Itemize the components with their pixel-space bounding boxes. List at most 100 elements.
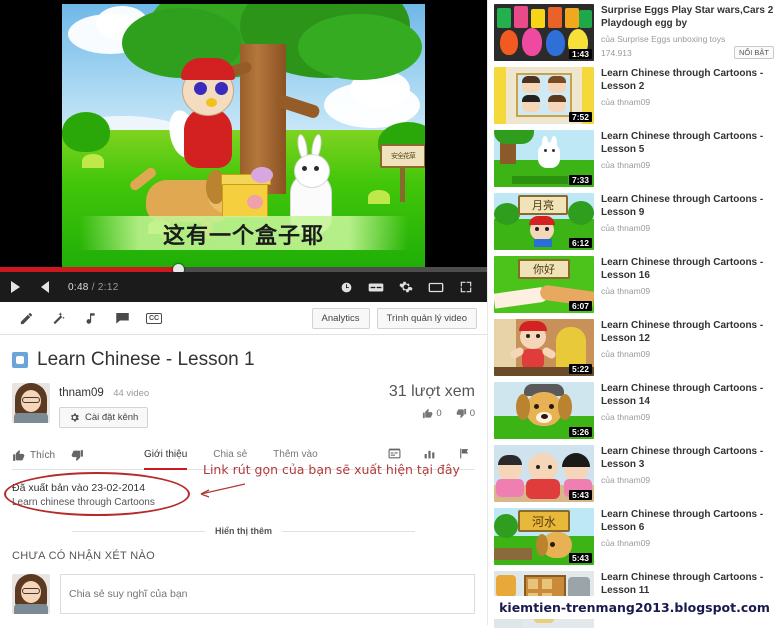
channel-settings-label: Cài đặt kênh	[85, 412, 139, 423]
video-title[interactable]: Surprise Eggs Play Star wars,Cars 2 Play…	[601, 5, 774, 31]
video-title[interactable]: Learn Chinese through Cartoons - Lesson …	[601, 383, 774, 409]
avatar[interactable]	[12, 574, 50, 614]
thumbs-down-icon	[71, 450, 83, 461]
player-controls: 0:48 / 2:12	[0, 272, 487, 302]
video-thumbnail[interactable]: 你好 6:07	[494, 256, 594, 313]
video-duration: 5:43	[568, 553, 592, 563]
video-duration: 5:26	[568, 427, 592, 437]
comment-composer	[12, 574, 475, 614]
list-item[interactable]: 月亮 6:12 Learn Chinese through Cartoons -…	[494, 193, 774, 250]
video-thumbnail[interactable]: 5:43	[494, 445, 594, 502]
list-item[interactable]: 5:22 Learn Chinese through Cartoons - Le…	[494, 319, 774, 376]
theater-mode-icon[interactable]	[421, 272, 451, 302]
video-privacy-icon	[12, 352, 28, 368]
video-thumbnail[interactable]: 5:26	[494, 382, 594, 439]
watch-later-icon[interactable]	[331, 272, 361, 302]
view-count: 31 lượt xem	[388, 383, 475, 400]
video-title[interactable]: Learn Chinese through Cartoons - Lesson …	[601, 68, 774, 94]
video-thumbnail[interactable]: 1:43	[494, 4, 594, 61]
magic-wand-icon[interactable]	[42, 302, 74, 335]
settings-gear-icon[interactable]	[391, 272, 421, 302]
video-duration: 6:07	[568, 301, 592, 311]
tab-gioi-thieu[interactable]: Giới thiệu	[144, 442, 188, 470]
video-duration: 5:43	[568, 490, 592, 500]
no-comments-label: CHƯA CÓ NHẬN XÉT NÀO	[12, 550, 155, 562]
video-title[interactable]: Learn Chinese through Cartoons - Lesson …	[601, 257, 774, 283]
divider-left	[72, 530, 205, 532]
time-display: 0:48 / 2:12	[68, 281, 119, 293]
thumbs-down-icon	[456, 408, 466, 419]
annotation-text: Link rút gọn của bạn sẽ xuất hiện tại đâ…	[203, 462, 460, 477]
video-subtitle: 这有一个盒子耶	[162, 224, 324, 249]
channel-name[interactable]: thnam09	[59, 387, 104, 399]
video-player[interactable]: 安全花草 这有一个盒子耶 0:48 / 2:12	[0, 0, 487, 302]
list-item[interactable]: 1:43 Surprise Eggs Play Star wars,Cars 2…	[494, 4, 774, 61]
page-title: Learn Chinese - Lesson 1	[37, 349, 255, 370]
gift-box	[221, 167, 273, 218]
video-manager-button[interactable]: Trình quản lý video	[376, 307, 477, 329]
like-count-group[interactable]: 0	[422, 408, 442, 419]
like-button[interactable]: Thích	[12, 449, 55, 462]
video-thumbnail[interactable]: 河水 5:43	[494, 508, 594, 565]
video-title[interactable]: Learn Chinese through Cartoons - Lesson …	[601, 509, 774, 535]
list-item[interactable]: 你好 6:07 Learn Chinese through Cartoons -…	[494, 256, 774, 313]
video-title[interactable]: Learn Chinese through Cartoons - Lesson …	[601, 446, 774, 472]
annotation-bubble-icon[interactable]	[106, 302, 138, 335]
captions-icon[interactable]	[361, 272, 391, 302]
show-more-label[interactable]: Hiển thị thêm	[215, 526, 272, 536]
volume-button[interactable]	[30, 272, 60, 302]
list-item[interactable]: 河水 5:43 Learn Chinese through Cartoons -…	[494, 508, 774, 565]
sign-text: 安全花草	[380, 144, 425, 168]
analytics-button[interactable]: Analytics	[311, 307, 370, 329]
video-thumbnail[interactable]: 7:33	[494, 130, 594, 187]
channel-video-count: 44 video	[113, 388, 150, 399]
thumbnail-text: 月亮	[518, 195, 568, 215]
video-duration: 1:43	[568, 49, 592, 59]
primary-column: 安全花草 这有一个盒子耶 0:48 / 2:12 CC Analytics Tr…	[0, 0, 487, 625]
featured-badge: NỔI BẬT	[733, 45, 774, 59]
play-button[interactable]	[0, 272, 30, 302]
dislike-count-group[interactable]: 0	[456, 408, 475, 419]
current-time: 0:48	[68, 281, 89, 293]
thumbnail-text: 你好	[518, 259, 570, 279]
dislike-button[interactable]	[71, 449, 84, 462]
related-videos-sidebar: 1:43 Surprise Eggs Play Star wars,Cars 2…	[487, 0, 780, 628]
site-watermark: kiemtien-trenmang2013.blogspot.com	[494, 596, 775, 619]
video-edit-toolbar: CC Analytics Trình quản lý video	[0, 302, 487, 335]
video-channel: của thnam09	[601, 285, 651, 296]
list-item[interactable]: 5:26 Learn Chinese through Cartoons - Le…	[494, 382, 774, 439]
thumbs-up-icon	[13, 450, 25, 461]
video-title[interactable]: Learn Chinese through Cartoons - Lesson …	[601, 572, 774, 598]
video-duration: 7:33	[568, 175, 592, 185]
video-channel: của thnam09	[601, 474, 651, 485]
comment-input[interactable]	[60, 574, 475, 614]
video-thumbnail[interactable]: 5:22	[494, 319, 594, 376]
video-channel: của thnam09	[601, 222, 651, 233]
pencil-icon[interactable]	[10, 302, 42, 335]
video-thumbnail[interactable]: 7:52	[494, 67, 594, 124]
grass-tuft	[368, 190, 390, 204]
video-title[interactable]: Learn Chinese through Cartoons - Lesson …	[601, 320, 774, 346]
video-title[interactable]: Learn Chinese through Cartoons - Lesson …	[601, 194, 774, 220]
video-thumbnail[interactable]: 月亮 6:12	[494, 193, 594, 250]
avatar[interactable]	[12, 383, 50, 423]
annotation-arrow	[200, 483, 246, 498]
cc-icon[interactable]: CC	[138, 302, 170, 335]
like-label: Thích	[30, 450, 56, 461]
cc-label: CC	[145, 312, 163, 324]
music-note-icon[interactable]	[74, 302, 106, 335]
show-more-row[interactable]: Hiển thị thêm	[72, 526, 416, 536]
channel-row: thnam09 44 video Cài đặt kênh 31 lượt xe…	[0, 381, 487, 428]
fullscreen-icon[interactable]	[451, 272, 481, 302]
list-item[interactable]: 7:52 Learn Chinese through Cartoons - Le…	[494, 67, 774, 124]
video-channel: của thnam09	[601, 159, 651, 170]
video-channel: của thnam09	[601, 411, 651, 422]
list-item[interactable]: 5:43 Learn Chinese through Cartoons - Le…	[494, 445, 774, 502]
video-title[interactable]: Learn Chinese through Cartoons - Lesson …	[601, 131, 774, 157]
comments-section: CHƯA CÓ NHẬN XÉT NÀO	[0, 536, 487, 614]
video-duration: 7:52	[568, 112, 592, 122]
video-channel: của thnam09	[601, 348, 651, 359]
channel-settings-button[interactable]: Cài đặt kênh	[59, 407, 149, 428]
video-frame: 安全花草 这有一个盒子耶	[62, 4, 425, 269]
list-item[interactable]: 7:33 Learn Chinese through Cartoons - Le…	[494, 130, 774, 187]
